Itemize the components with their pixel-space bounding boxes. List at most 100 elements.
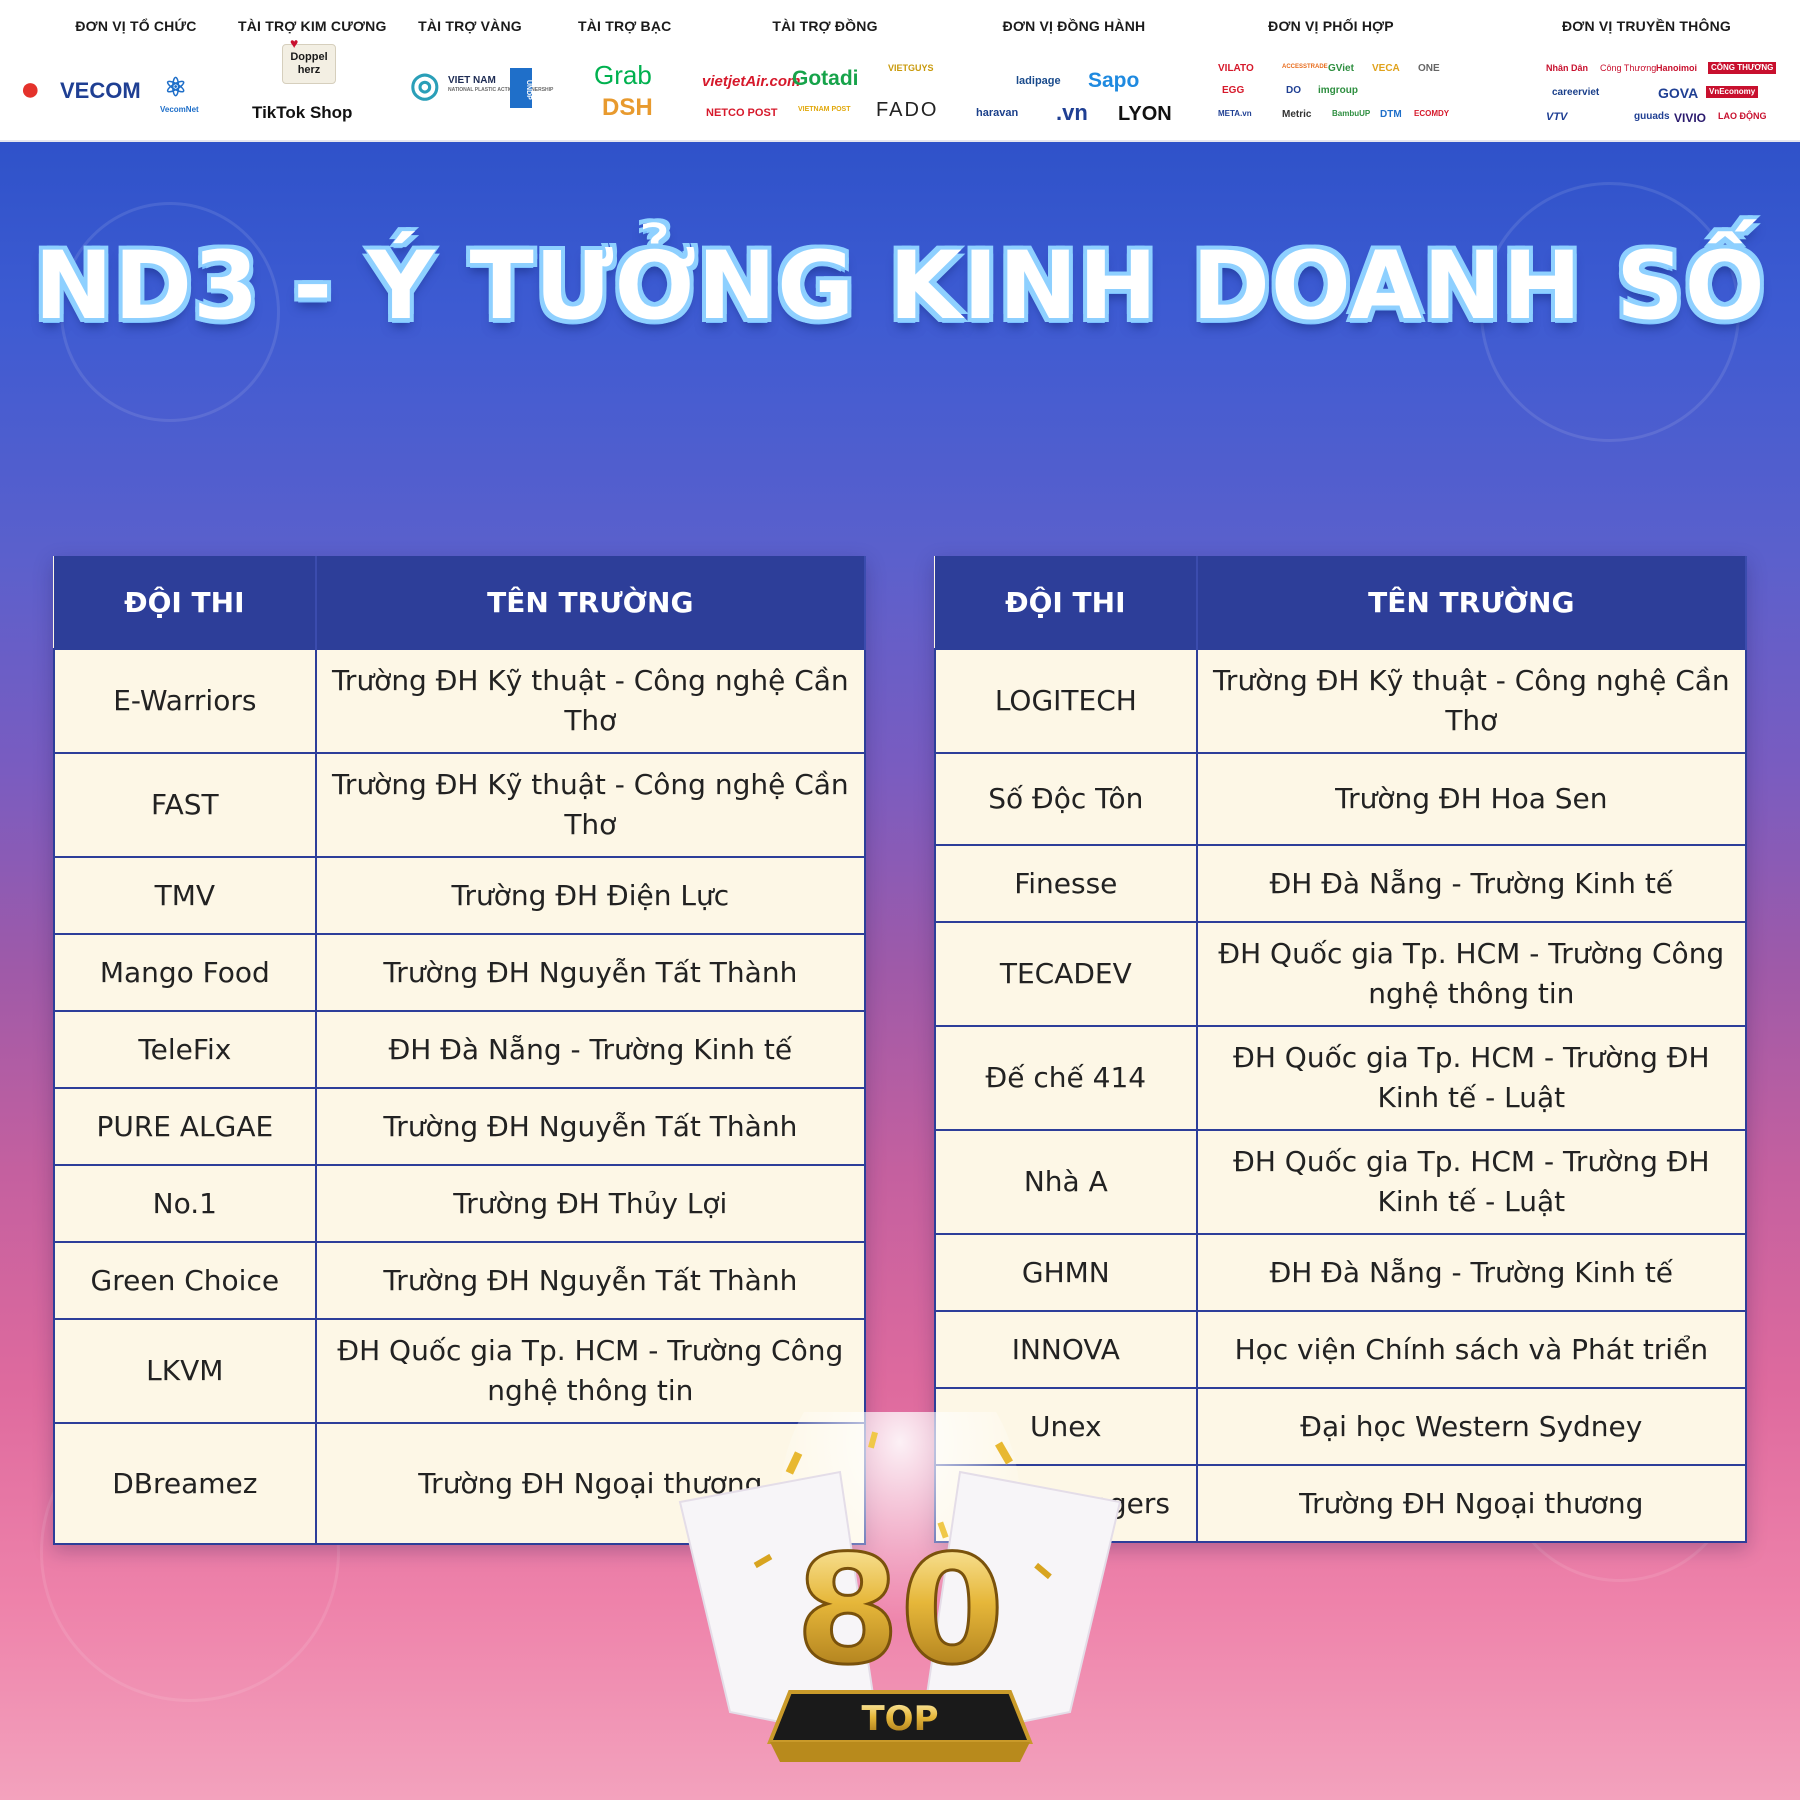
netco-logo: NETCO POST xyxy=(706,107,778,119)
table-row: Số Độc Tôn Trường ĐH Hoa Sen xyxy=(934,752,1748,846)
gviet-logo: GViet xyxy=(1328,63,1354,74)
vecom-logo: VECOM xyxy=(60,78,141,103)
lyon-logo: LYON xyxy=(1118,103,1172,125)
team-cell: GHMN xyxy=(934,1233,1198,1312)
team-cell: Đế chế 414 xyxy=(934,1025,1198,1131)
column-header-school: TÊN TRƯỜNG xyxy=(315,556,867,649)
sponsor-group-title: ĐƠN VỊ TỔ CHỨC xyxy=(75,18,197,34)
vietguys-logo: VIETGUYS xyxy=(888,63,934,73)
npap-circle-icon: ◎ xyxy=(410,66,440,104)
sponsor-group-companion: ĐƠN VỊ ĐỒNG HÀNH ladipage Sapo haravan .… xyxy=(976,18,1172,134)
school-cell: Trường ĐH Kỹ thuật - Công nghệ Cần Thơ xyxy=(1195,648,1748,754)
team-cell: TMV xyxy=(53,856,317,935)
guuads-logo: guuads xyxy=(1634,111,1670,122)
do-logo: DO xyxy=(1286,85,1301,96)
team-cell: Nhà A xyxy=(934,1129,1198,1235)
trophy-base-rim xyxy=(770,1742,1030,1762)
table-row: PURE ALGAE Trường ĐH Nguyễn Tất Thành xyxy=(53,1087,867,1166)
congthuong-logo: Công Thương xyxy=(1600,63,1657,73)
team-cell: LOGITECH xyxy=(934,648,1198,754)
table-header-row: ĐỘI THI TÊN TRƯỜNG xyxy=(935,556,1748,649)
main-banner: ND3 - Ý TƯỞNG KINH DOANH SỐ ĐỘI THI TÊN … xyxy=(0,142,1800,1800)
team-cell: Mango Food xyxy=(53,933,317,1012)
table-row: TeleFix ĐH Đà Nẵng - Trường Kinh tế xyxy=(53,1010,867,1089)
table-row: TMV Trường ĐH Điện Lực xyxy=(53,856,867,935)
bambuup-logo: BambuUP xyxy=(1332,109,1371,118)
grab-logo: Grab xyxy=(594,60,652,90)
top-80-trophy: 80 TOP xyxy=(678,1412,1122,1762)
vecom-mark-icon: ● xyxy=(20,70,41,108)
dtm-logo: DTM xyxy=(1380,109,1402,120)
egg-logo: EGG xyxy=(1222,85,1245,96)
trophy-number: 80 xyxy=(796,1524,1005,1698)
table-row: LKVM ĐH Quốc gia Tp. HCM - Trường Công ng… xyxy=(53,1318,867,1424)
team-table-left: ĐỘI THI TÊN TRƯỜNG E-Warriors Trường ĐH K… xyxy=(53,556,867,1545)
sponsor-group-title: ĐƠN VỊ TRUYỀN THÔNG xyxy=(1562,18,1731,34)
atom-icon: ⚛ xyxy=(164,72,188,102)
vtv-logo: VTV xyxy=(1546,111,1568,123)
school-cell: ĐH Quốc gia Tp. HCM - Trường ĐH Kinh tế … xyxy=(1195,1025,1748,1131)
team-cell: DBreamez xyxy=(53,1422,317,1545)
vietnampost-logo: VIETNAM POST xyxy=(798,106,851,113)
column-header-school: TÊN TRƯỜNG xyxy=(1196,556,1748,649)
vneconomy-logo: VnEconomy xyxy=(1706,86,1759,98)
team-cell: No.1 xyxy=(53,1164,317,1243)
school-cell: ĐH Quốc gia Tp. HCM - Trường ĐH Kinh tế … xyxy=(1195,1129,1748,1235)
school-cell: Trường ĐH Kỹ thuật - Công nghệ Cần Thơ xyxy=(314,648,867,754)
table-row: Đế chế 414 ĐH Quốc gia Tp. HCM - Trường Đ… xyxy=(934,1025,1748,1131)
team-cell: FAST xyxy=(53,752,317,858)
vn-domain-logo: .vn xyxy=(1056,100,1088,125)
sponsor-group-silver: TÀI TRỢ BẠC Grab DSH xyxy=(578,18,672,134)
table-row: TECADEV ĐH Quốc gia Tp. HCM - Trường Công… xyxy=(934,921,1748,1027)
school-cell: Trường ĐH Hoa Sen xyxy=(1195,752,1748,846)
haravan-logo: haravan xyxy=(976,107,1019,119)
school-cell: Trường ĐH Kỹ thuật - Công nghệ Cần Thơ xyxy=(314,752,867,858)
team-cell: E-Warriors xyxy=(53,648,317,754)
table-row: Finesse ĐH Đà Nẵng - Trường Kinh tế xyxy=(934,844,1748,923)
table-row: Green Choice Trường ĐH Nguyễn Tất Thành xyxy=(53,1241,867,1320)
team-cell: INNOVA xyxy=(934,1310,1198,1389)
sponsor-group-title: TÀI TRỢ BẠC xyxy=(578,18,672,34)
table-row: GHMN ĐH Đà Nẵng - Trường Kinh tế xyxy=(934,1233,1748,1312)
metric-logo: Metric xyxy=(1282,109,1312,120)
school-cell: ĐH Quốc gia Tp. HCM - Trường Công nghệ t… xyxy=(314,1318,867,1424)
team-cell: LKVM xyxy=(53,1318,317,1424)
school-cell: Trường ĐH Nguyễn Tất Thành xyxy=(314,933,867,1012)
npap-logo: VIET NAM xyxy=(448,75,496,86)
dsh-logo: DSH xyxy=(602,94,653,121)
team-cell: Green Choice xyxy=(53,1241,317,1320)
sponsor-group-coordinator: ĐƠN VỊ PHỐI HỢP VILATO ACCESSTRADE GViet… xyxy=(1218,18,1449,134)
school-cell: Trường ĐH Thủy Lợi xyxy=(314,1164,867,1243)
team-cell: TeleFix xyxy=(53,1010,317,1089)
sponsor-group-bronze: TÀI TRỢ ĐỒNG vietjetAir.com Gotadi VIETG… xyxy=(702,18,936,134)
ladipage-logo: ladipage xyxy=(1016,75,1061,87)
sapo-logo: Sapo xyxy=(1088,69,1140,92)
table-row: No.1 Trường ĐH Thủy Lợi xyxy=(53,1164,867,1243)
team-cell: Số Độc Tôn xyxy=(934,752,1198,846)
sponsor-group-title: TÀI TRỢ VÀNG xyxy=(418,18,522,34)
team-cell: TECADEV xyxy=(934,921,1198,1027)
vivio-logo: VIVIO xyxy=(1674,111,1707,125)
table-header-row: ĐỘI THI TÊN TRƯỜNG xyxy=(54,556,867,649)
vietjet-logo: vietjetAir.com xyxy=(702,73,801,90)
hanoimoi-logo: Hanoimoi xyxy=(1656,63,1698,73)
heart-icon: ♥ xyxy=(290,35,299,51)
school-cell: Trường ĐH Ngoại thương xyxy=(1195,1464,1748,1543)
sponsor-group-title: ĐƠN VỊ ĐỒNG HÀNH xyxy=(1002,18,1146,34)
table-row: Mango Food Trường ĐH Nguyễn Tất Thành xyxy=(53,933,867,1012)
team-cell: PURE ALGAE xyxy=(53,1087,317,1166)
imgroup-logo: imgroup xyxy=(1318,85,1358,96)
vilato-logo: VILATO xyxy=(1218,63,1254,74)
sponsor-group-title: TÀI TRỢ ĐỒNG xyxy=(772,18,878,34)
sponsor-header: ĐƠN VỊ TỔ CHỨC ● VECOM ⚛ VecomNet TÀI TR… xyxy=(0,0,1800,142)
school-cell: Đại học Western Sydney xyxy=(1195,1387,1748,1466)
metavn-logo: META.vn xyxy=(1218,109,1252,118)
sponsor-group-title: TÀI TRỢ KIM CƯƠNG xyxy=(238,18,387,34)
page-title: ND3 - Ý TƯỞNG KINH DOANH SỐ xyxy=(34,232,1766,341)
sponsor-group-media: ĐƠN VỊ TRUYỀN THÔNG Nhân Dân Công Thương… xyxy=(1546,18,1777,134)
sponsor-group-organizer: ĐƠN VỊ TỔ CHỨC ● VECOM ⚛ VecomNet xyxy=(20,18,200,134)
school-cell: Trường ĐH Nguyễn Tất Thành xyxy=(314,1087,867,1166)
congthuong-red-logo: CÔNG THƯƠNG xyxy=(1708,62,1777,74)
team-cell: Finesse xyxy=(934,844,1198,923)
laodong-logo: LAO ĐỘNG xyxy=(1718,111,1767,121)
